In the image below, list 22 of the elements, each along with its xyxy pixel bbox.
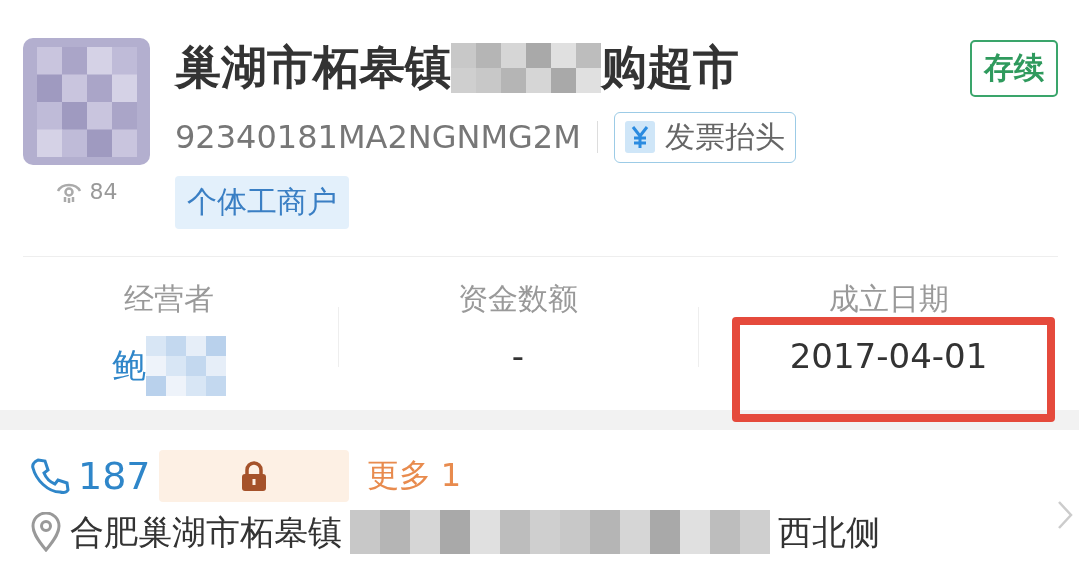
stat-label: 成立日期 [828, 280, 949, 318]
stat-label: 资金数额 [458, 280, 578, 318]
type-tag: 个体工商户 [175, 176, 349, 229]
phone-number[interactable]: 187 [78, 454, 151, 498]
address-text: 西北侧 [778, 512, 880, 552]
company-name: 购超市 [601, 39, 739, 96]
stat-value: - [511, 336, 525, 376]
operator-link[interactable]: 鲍 [112, 343, 146, 389]
more-link[interactable]: 更多 1 [366, 454, 462, 498]
company-name: 巢湖市柘皋镇 [175, 39, 451, 96]
credit-code: 92340181MA2NGNMG2M [175, 118, 581, 156]
lock-icon [239, 461, 268, 491]
stat-label: 经营者 [124, 280, 214, 318]
invoice-button[interactable]: 发票抬头 [613, 111, 796, 163]
address-text: 合肥巢湖市柘皋镇 [70, 512, 342, 552]
location-pin-icon [30, 512, 62, 552]
status-tag: 存续 [970, 40, 1058, 97]
view-count: 84 [89, 179, 118, 204]
stat-value: 2017-04-01 [789, 336, 988, 376]
yen-icon [624, 121, 655, 153]
locked-number[interactable] [158, 450, 349, 502]
phone-icon [30, 456, 70, 496]
